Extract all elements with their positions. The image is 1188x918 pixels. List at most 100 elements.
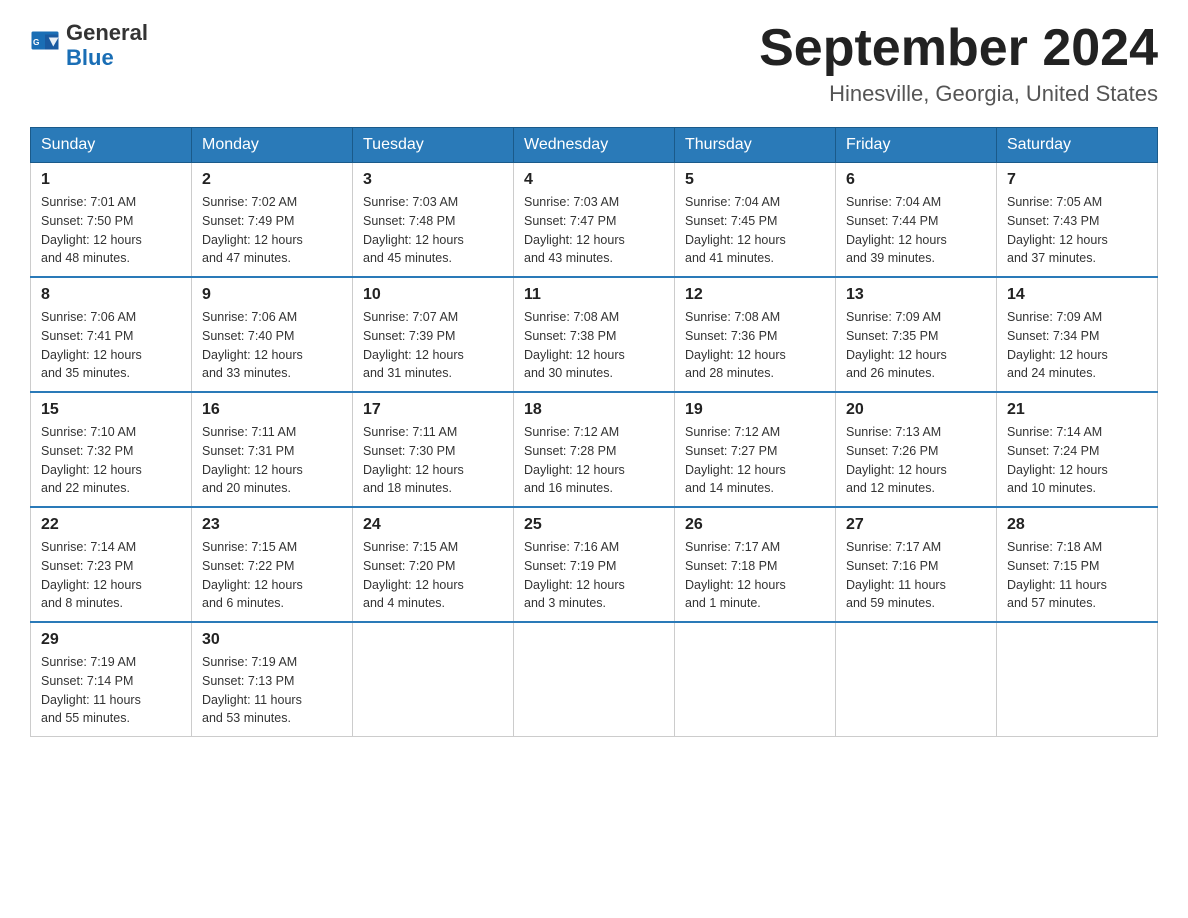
calendar-day-cell: 27 Sunrise: 7:17 AMSunset: 7:16 PMDayligh…: [836, 507, 997, 622]
day-number: 5: [685, 171, 825, 189]
day-info: Sunrise: 7:08 AMSunset: 7:38 PMDaylight:…: [524, 308, 664, 383]
day-number: 25: [524, 516, 664, 534]
day-info: Sunrise: 7:02 AMSunset: 7:49 PMDaylight:…: [202, 193, 342, 268]
day-info: Sunrise: 7:18 AMSunset: 7:15 PMDaylight:…: [1007, 538, 1147, 613]
calendar-day-cell: 21Sunrise: 7:14 AMSunset: 7:24 PMDayligh…: [997, 392, 1158, 507]
day-info: Sunrise: 7:04 AMSunset: 7:45 PMDaylight:…: [685, 193, 825, 268]
calendar-week-row: 29 Sunrise: 7:19 AMSunset: 7:14 PMDayligh…: [31, 622, 1158, 737]
calendar-day-cell: 24Sunrise: 7:15 AMSunset: 7:20 PMDayligh…: [353, 507, 514, 622]
day-info: Sunrise: 7:09 AMSunset: 7:34 PMDaylight:…: [1007, 308, 1147, 383]
day-info: Sunrise: 7:05 AMSunset: 7:43 PMDaylight:…: [1007, 193, 1147, 268]
day-info: Sunrise: 7:12 AMSunset: 7:28 PMDaylight:…: [524, 423, 664, 498]
day-number: 8: [41, 286, 181, 304]
calendar-day-cell: 8 Sunrise: 7:06 AMSunset: 7:41 PMDaylight…: [31, 277, 192, 392]
day-number: 1: [41, 171, 181, 189]
day-number: 29: [41, 631, 181, 649]
calendar-day-cell: [997, 622, 1158, 737]
day-number: 3: [363, 171, 503, 189]
day-number: 4: [524, 171, 664, 189]
day-number: 11: [524, 286, 664, 304]
calendar-day-cell: 11 Sunrise: 7:08 AMSunset: 7:38 PMDayligh…: [514, 277, 675, 392]
day-info: Sunrise: 7:03 AMSunset: 7:48 PMDaylight:…: [363, 193, 503, 268]
day-info: Sunrise: 7:11 AMSunset: 7:31 PMDaylight:…: [202, 423, 342, 498]
day-info: Sunrise: 7:19 AMSunset: 7:14 PMDaylight:…: [41, 653, 181, 728]
calendar-day-cell: 6Sunrise: 7:04 AMSunset: 7:44 PMDaylight…: [836, 163, 997, 278]
day-info: Sunrise: 7:01 AMSunset: 7:50 PMDaylight:…: [41, 193, 181, 268]
header-sunday: Sunday: [31, 128, 192, 163]
calendar-table: Sunday Monday Tuesday Wednesday Thursday…: [30, 127, 1158, 737]
day-number: 19: [685, 401, 825, 419]
calendar-day-cell: 10 Sunrise: 7:07 AMSunset: 7:39 PMDayligh…: [353, 277, 514, 392]
calendar-title-area: September 2024 Hinesville, Georgia, Unit…: [759, 20, 1158, 107]
calendar-day-cell: 28 Sunrise: 7:18 AMSunset: 7:15 PMDayligh…: [997, 507, 1158, 622]
day-info: Sunrise: 7:06 AMSunset: 7:40 PMDaylight:…: [202, 308, 342, 383]
day-info: Sunrise: 7:07 AMSunset: 7:39 PMDaylight:…: [363, 308, 503, 383]
calendar-day-cell: 14 Sunrise: 7:09 AMSunset: 7:34 PMDayligh…: [997, 277, 1158, 392]
calendar-day-cell: [675, 622, 836, 737]
calendar-week-row: 1 Sunrise: 7:01 AMSunset: 7:50 PMDaylight…: [31, 163, 1158, 278]
calendar-week-row: 22 Sunrise: 7:14 AMSunset: 7:23 PMDayligh…: [31, 507, 1158, 622]
day-info: Sunrise: 7:08 AMSunset: 7:36 PMDaylight:…: [685, 308, 825, 383]
day-number: 7: [1007, 171, 1147, 189]
day-number: 17: [363, 401, 503, 419]
logo-line1: General: [66, 20, 148, 45]
calendar-day-cell: 20 Sunrise: 7:13 AMSunset: 7:26 PMDayligh…: [836, 392, 997, 507]
day-info: Sunrise: 7:13 AMSunset: 7:26 PMDaylight:…: [846, 423, 986, 498]
day-info: Sunrise: 7:06 AMSunset: 7:41 PMDaylight:…: [41, 308, 181, 383]
calendar-day-cell: 23Sunrise: 7:15 AMSunset: 7:22 PMDayligh…: [192, 507, 353, 622]
day-info: Sunrise: 7:03 AMSunset: 7:47 PMDaylight:…: [524, 193, 664, 268]
day-info: Sunrise: 7:16 AMSunset: 7:19 PMDaylight:…: [524, 538, 664, 613]
day-info: Sunrise: 7:14 AMSunset: 7:24 PMDaylight:…: [1007, 423, 1147, 498]
calendar-week-row: 8 Sunrise: 7:06 AMSunset: 7:41 PMDaylight…: [31, 277, 1158, 392]
calendar-day-cell: 15Sunrise: 7:10 AMSunset: 7:32 PMDayligh…: [31, 392, 192, 507]
day-number: 20: [846, 401, 986, 419]
logo-icon: G: [30, 30, 60, 60]
day-info: Sunrise: 7:14 AMSunset: 7:23 PMDaylight:…: [41, 538, 181, 613]
day-number: 27: [846, 516, 986, 534]
day-info: Sunrise: 7:09 AMSunset: 7:35 PMDaylight:…: [846, 308, 986, 383]
calendar-day-cell: 1 Sunrise: 7:01 AMSunset: 7:50 PMDaylight…: [31, 163, 192, 278]
calendar-day-cell: [514, 622, 675, 737]
calendar-day-cell: 12 Sunrise: 7:08 AMSunset: 7:36 PMDayligh…: [675, 277, 836, 392]
day-number: 15: [41, 401, 181, 419]
day-number: 30: [202, 631, 342, 649]
calendar-title: September 2024: [759, 20, 1158, 77]
header-tuesday: Tuesday: [353, 128, 514, 163]
calendar-day-cell: 7 Sunrise: 7:05 AMSunset: 7:43 PMDaylight…: [997, 163, 1158, 278]
calendar-day-cell: 3 Sunrise: 7:03 AMSunset: 7:48 PMDaylight…: [353, 163, 514, 278]
day-info: Sunrise: 7:19 AMSunset: 7:13 PMDaylight:…: [202, 653, 342, 728]
day-number: 28: [1007, 516, 1147, 534]
calendar-day-cell: 13Sunrise: 7:09 AMSunset: 7:35 PMDayligh…: [836, 277, 997, 392]
calendar-day-cell: 22 Sunrise: 7:14 AMSunset: 7:23 PMDayligh…: [31, 507, 192, 622]
day-info: Sunrise: 7:12 AMSunset: 7:27 PMDaylight:…: [685, 423, 825, 498]
calendar-day-cell: 16 Sunrise: 7:11 AMSunset: 7:31 PMDayligh…: [192, 392, 353, 507]
calendar-week-row: 15Sunrise: 7:10 AMSunset: 7:32 PMDayligh…: [31, 392, 1158, 507]
header-monday: Monday: [192, 128, 353, 163]
day-info: Sunrise: 7:17 AMSunset: 7:16 PMDaylight:…: [846, 538, 986, 613]
day-number: 9: [202, 286, 342, 304]
day-number: 26: [685, 516, 825, 534]
day-number: 16: [202, 401, 342, 419]
day-number: 10: [363, 286, 503, 304]
calendar-day-cell: 4 Sunrise: 7:03 AMSunset: 7:47 PMDaylight…: [514, 163, 675, 278]
header-saturday: Saturday: [997, 128, 1158, 163]
calendar-day-cell: 5 Sunrise: 7:04 AMSunset: 7:45 PMDaylight…: [675, 163, 836, 278]
calendar-subtitle: Hinesville, Georgia, United States: [759, 81, 1158, 107]
header-wednesday: Wednesday: [514, 128, 675, 163]
day-info: Sunrise: 7:11 AMSunset: 7:30 PMDaylight:…: [363, 423, 503, 498]
day-number: 2: [202, 171, 342, 189]
day-number: 12: [685, 286, 825, 304]
calendar-day-cell: 26 Sunrise: 7:17 AMSunset: 7:18 PMDayligh…: [675, 507, 836, 622]
day-number: 22: [41, 516, 181, 534]
day-info: Sunrise: 7:17 AMSunset: 7:18 PMDaylight:…: [685, 538, 825, 613]
svg-text:G: G: [33, 38, 39, 47]
logo: G General Blue: [30, 20, 148, 71]
day-number: 23: [202, 516, 342, 534]
calendar-day-cell: 29 Sunrise: 7:19 AMSunset: 7:14 PMDayligh…: [31, 622, 192, 737]
calendar-day-cell: 30 Sunrise: 7:19 AMSunset: 7:13 PMDayligh…: [192, 622, 353, 737]
header-friday: Friday: [836, 128, 997, 163]
calendar-day-cell: 25 Sunrise: 7:16 AMSunset: 7:19 PMDayligh…: [514, 507, 675, 622]
day-number: 14: [1007, 286, 1147, 304]
header-thursday: Thursday: [675, 128, 836, 163]
days-of-week-row: Sunday Monday Tuesday Wednesday Thursday…: [31, 128, 1158, 163]
